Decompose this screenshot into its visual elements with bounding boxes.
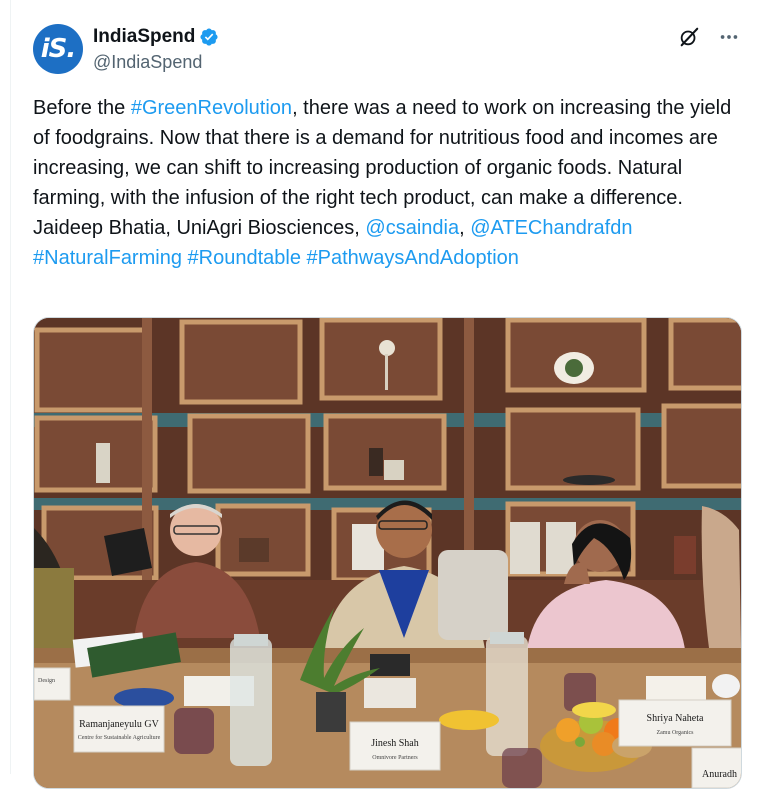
display-name[interactable]: IndiaSpend bbox=[93, 26, 195, 48]
hashtag-link[interactable]: #GreenRevolution bbox=[131, 97, 292, 119]
hashtag-link[interactable]: #NaturalFarming bbox=[33, 247, 182, 269]
tweet-text-segment: Before the bbox=[33, 97, 131, 119]
more-options-icon[interactable] bbox=[718, 26, 740, 48]
verified-badge-icon bbox=[200, 28, 218, 46]
hashtag-link[interactable]: #PathwaysAndAdoption bbox=[307, 247, 519, 269]
name-card-label: Design bbox=[38, 678, 55, 684]
mention-link[interactable]: @csaindia bbox=[365, 217, 459, 239]
tweet-text-segment: , bbox=[459, 217, 471, 239]
tweet-text: Before the #GreenRevolution, there was a… bbox=[33, 93, 733, 273]
name-card-org: Centre for Sustainable Agriculture bbox=[78, 734, 161, 741]
name-card-label: Ramanjaneyulu GV bbox=[79, 719, 159, 730]
hashtag-link[interactable]: #Roundtable bbox=[188, 247, 301, 269]
tweet-photo[interactable]: Ramanjaneyulu GV Centre for Sustainable … bbox=[33, 317, 742, 789]
name-card-org: Omnivore Partners bbox=[372, 755, 418, 761]
tweet-header: iS. IndiaSpend @IndiaSpend bbox=[33, 24, 740, 76]
name-card-label: Anuradh bbox=[702, 769, 737, 780]
mention-link[interactable]: @ATEChandrafdn bbox=[470, 217, 632, 239]
grok-icon[interactable] bbox=[678, 26, 700, 48]
avatar[interactable]: iS. bbox=[33, 24, 83, 74]
user-handle[interactable]: @IndiaSpend bbox=[93, 52, 202, 73]
name-card-org: Zamu Organics bbox=[656, 730, 694, 736]
roundtable-photo: Ramanjaneyulu GV Centre for Sustainable … bbox=[34, 318, 741, 788]
author-name-row: IndiaSpend bbox=[93, 26, 219, 48]
timeline-border bbox=[10, 0, 11, 774]
name-card-label: Jinesh Shah bbox=[371, 738, 419, 749]
tweet-top-actions bbox=[678, 26, 740, 48]
name-card-label: Shriya Naheta bbox=[647, 713, 704, 724]
